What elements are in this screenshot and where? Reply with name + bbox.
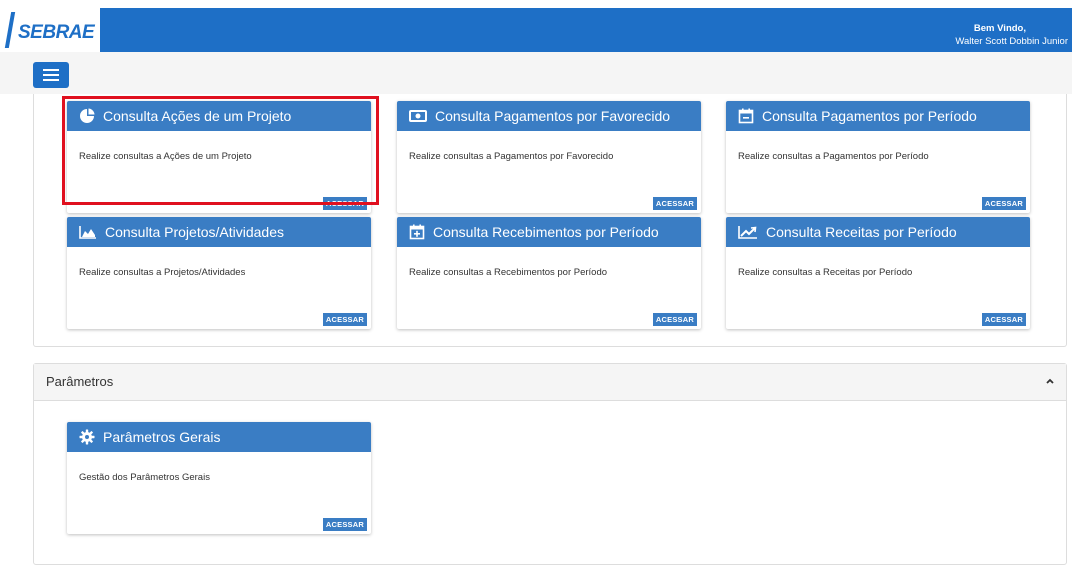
card-title: Parâmetros Gerais [103,429,221,445]
card-consulta-pagamentos-favorecido: Consulta Pagamentos por Favorecido Reali… [397,101,701,213]
acessar-button[interactable]: ACESSAR [981,313,1026,326]
money-icon [409,109,427,122]
area-chart-icon [79,225,96,239]
user-name: Walter Scott Dobbin Junior [955,36,1068,47]
card-title: Consulta Pagamentos por Período [762,108,977,124]
card-title: Consulta Pagamentos por Favorecido [435,108,671,124]
logo-stripe [4,12,16,48]
card-description: Realize consultas a Pagamentos por Favor… [409,151,614,162]
card-title: Consulta Receitas por Período [766,224,957,240]
acessar-button[interactable]: ACESSAR [322,518,367,531]
acessar-button[interactable]: ACESSAR [981,197,1026,210]
card-description: Realize consultas a Projetos/Atividades [79,267,246,278]
card-header[interactable]: Parâmetros Gerais [67,422,371,452]
card-consulta-projetos-atividades: Consulta Projetos/Atividades Realize con… [67,217,371,329]
card-description: Realize consultas a Recebimentos por Per… [409,267,608,278]
acessar-button[interactable]: ACESSAR [652,313,697,326]
calendar-plus-icon [409,224,425,240]
card-consulta-recebimentos-periodo: Consulta Recebimentos por Período Realiz… [397,217,701,329]
menu-strip [0,52,1072,94]
header-bar: Bem Vindo, Walter Scott Dobbin Junior [85,8,1072,52]
gear-icon [79,429,95,445]
logo-text: SEBRAE [18,22,95,43]
calendar-minus-icon [738,108,754,124]
selection-highlight [62,96,379,205]
welcome-label: Bem Vindo, [973,23,1026,34]
line-chart-icon [738,225,757,239]
card-header[interactable]: Consulta Pagamentos por Favorecido [397,101,701,131]
card-description: Realize consultas a Receitas por Período [738,267,913,278]
card-consulta-receitas-periodo: Consulta Receitas por Período Realize co… [726,217,1030,329]
sebrae-logo[interactable]: SEBRAE [4,8,100,52]
card-header[interactable]: Consulta Pagamentos por Período [726,101,1030,131]
chevron-up-icon[interactable] [1046,364,1054,400]
user-welcome: Bem Vindo, Walter Scott Dobbin Junior [955,22,1068,48]
card-header[interactable]: Consulta Receitas por Período [726,217,1030,247]
card-header[interactable]: Consulta Projetos/Atividades [67,217,371,247]
card-header[interactable]: Consulta Recebimentos por Período [397,217,701,247]
card-title: Consulta Recebimentos por Período [433,224,659,240]
card-title: Consulta Projetos/Atividades [105,224,284,240]
hamburger-icon[interactable] [33,62,69,88]
card-parametros-gerais: Parâmetros Gerais Gestão dos Parâmetros … [67,422,371,534]
top-header: Bem Vindo, Walter Scott Dobbin Junior SE… [0,0,1072,52]
card-description: Realize consultas a Pagamentos por Perío… [738,151,929,162]
card-description: Gestão dos Parâmetros Gerais [79,472,210,483]
acessar-button[interactable]: ACESSAR [322,313,367,326]
acessar-button[interactable]: ACESSAR [652,197,697,210]
card-consulta-pagamentos-periodo: Consulta Pagamentos por Período Realize … [726,101,1030,213]
parametros-heading[interactable]: Parâmetros [34,364,1066,401]
panel-title: Parâmetros [46,374,114,389]
